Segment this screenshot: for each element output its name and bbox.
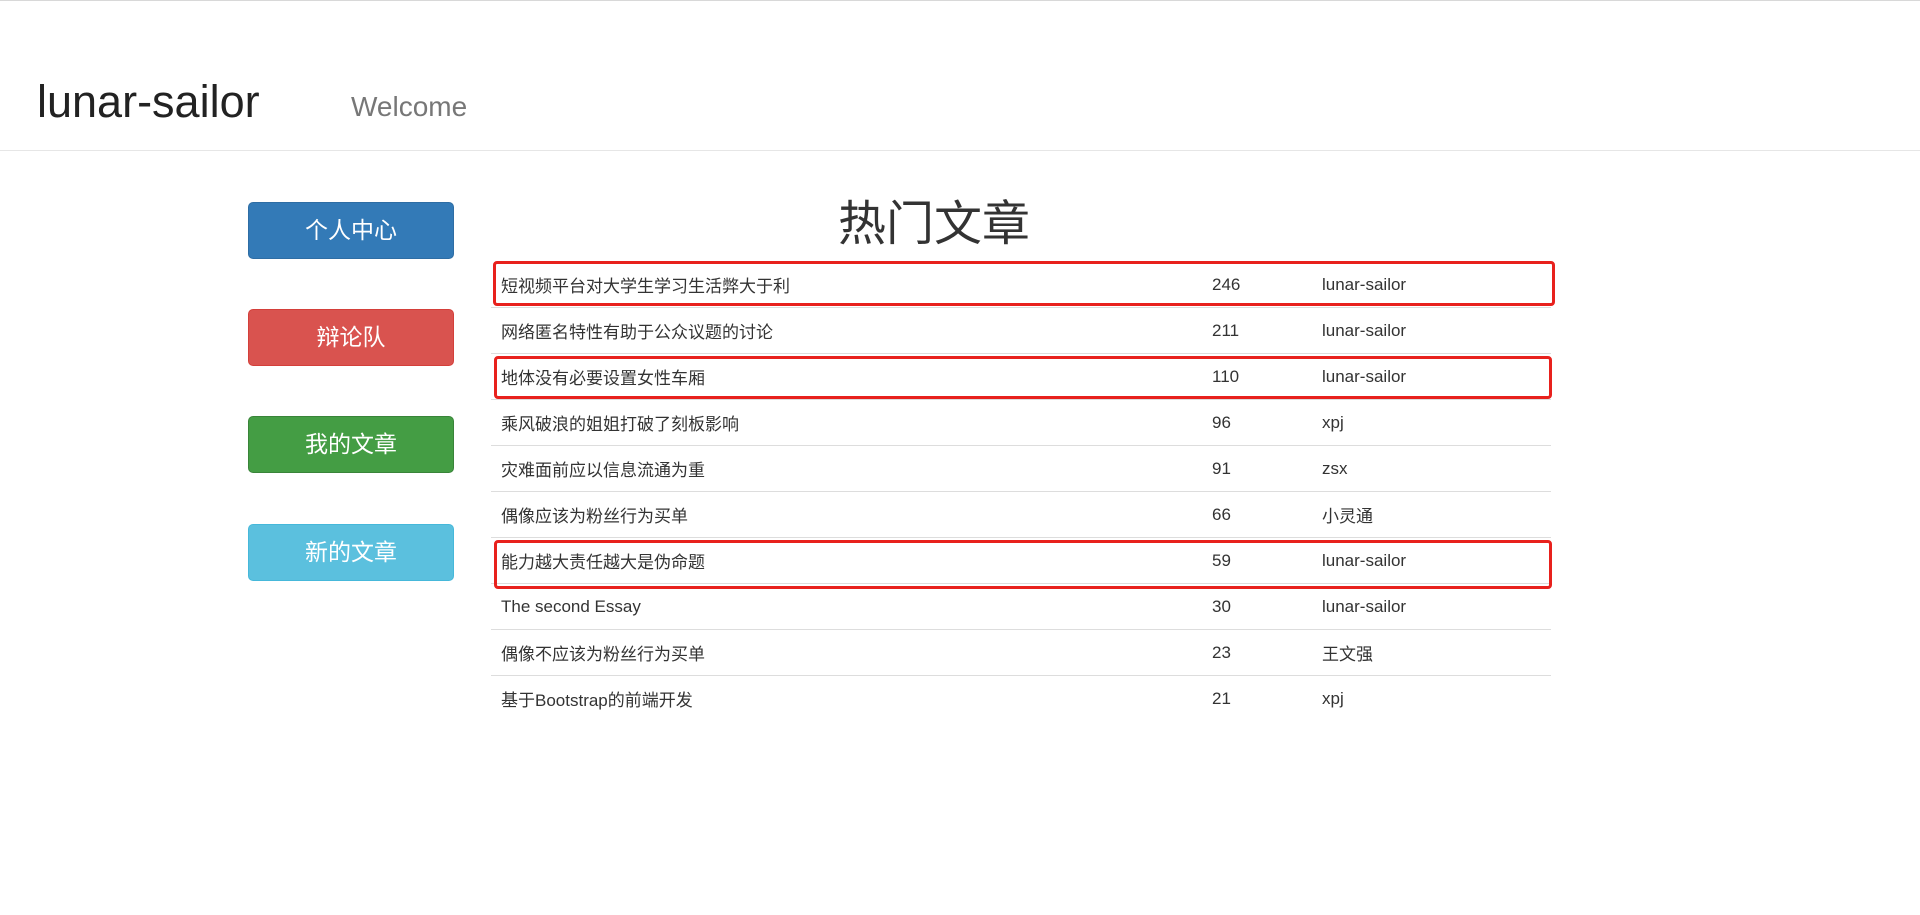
navbar: lunar-sailor Welcome xyxy=(0,1,1920,151)
table-row[interactable]: 乘风破浪的姐姐打破了刻板影响 96 xpj xyxy=(491,399,1551,446)
article-title[interactable]: 网络匿名特性有助于公众议题的讨论 xyxy=(491,307,1202,354)
table-row[interactable]: 能力越大责任越大是伪命题 59 lunar-sailor xyxy=(491,537,1551,584)
article-views: 110 xyxy=(1202,353,1312,400)
table-row[interactable]: 基于Bootstrap的前端开发 21 xpj xyxy=(491,675,1551,721)
article-title[interactable]: 基于Bootstrap的前端开发 xyxy=(491,675,1202,721)
page: lunar-sailor Welcome 个人中心 辩论队 我的文章 新的文章 … xyxy=(0,0,1920,915)
table-row[interactable]: The second Essay 30 lunar-sailor xyxy=(491,583,1551,630)
article-views: 246 xyxy=(1212,274,1241,294)
article-title[interactable]: 乘风破浪的姐姐打破了刻板影响 xyxy=(491,399,1202,446)
table-row[interactable]: 偶像不应该为粉丝行为买单 23 王文强 xyxy=(491,629,1551,676)
debate-team-button[interactable]: 辩论队 xyxy=(248,309,454,366)
article-views: 96 xyxy=(1202,399,1312,446)
article-title[interactable]: 能力越大责任越大是伪命题 xyxy=(491,537,1202,584)
article-views: 66 xyxy=(1202,491,1312,538)
my-articles-button[interactable]: 我的文章 xyxy=(248,416,454,473)
page-title: 热门文章 xyxy=(837,198,1030,251)
article-views: 21 xyxy=(1202,675,1312,721)
table-row[interactable]: 短视频平台对大学生学习生活弊大于利 246 lunar-sailor xyxy=(491,262,1551,308)
article-author: 小灵通 xyxy=(1312,491,1551,538)
hot-articles-table: 短视频平台对大学生学习生活弊大于利 246 lunar-sailor 网络匿名特… xyxy=(491,262,1551,721)
table-row[interactable]: 偶像应该为粉丝行为买单 66 小灵通 xyxy=(491,491,1551,538)
article-title[interactable]: 偶像不应该为粉丝行为买单 xyxy=(491,629,1202,676)
article-title[interactable]: 地体没有必要设置女性车厢 xyxy=(491,353,1202,400)
personal-center-button[interactable]: 个人中心 xyxy=(248,202,454,259)
article-author: xpj xyxy=(1312,675,1551,721)
article-author: lunar-sailor xyxy=(1322,274,1407,294)
article-author: xpj xyxy=(1312,399,1551,446)
article-author: 王文强 xyxy=(1312,629,1551,676)
brand-link[interactable]: lunar-sailor xyxy=(37,74,260,130)
article-views: 23 xyxy=(1202,629,1312,676)
table-row[interactable]: 地体没有必要设置女性车厢 110 lunar-sailor xyxy=(491,353,1551,400)
article-author: lunar-sailor xyxy=(1312,537,1551,584)
new-article-button[interactable]: 新的文章 xyxy=(248,524,454,581)
table-row[interactable]: 网络匿名特性有助于公众议题的讨论 211 lunar-sailor xyxy=(491,307,1551,354)
article-title[interactable]: 灾难面前应以信息流通为重 xyxy=(491,445,1202,492)
table-row[interactable]: 灾难面前应以信息流通为重 91 zsx xyxy=(491,445,1551,492)
article-title[interactable]: 短视频平台对大学生学习生活弊大于利 xyxy=(491,262,1202,308)
article-author: zsx xyxy=(1312,445,1551,492)
article-author: lunar-sailor xyxy=(1312,307,1551,354)
article-views: 30 xyxy=(1202,583,1312,630)
article-views: 59 xyxy=(1202,537,1312,584)
article-title[interactable]: 偶像应该为粉丝行为买单 xyxy=(491,491,1202,538)
article-author: lunar-sailor xyxy=(1312,353,1551,400)
article-views: 91 xyxy=(1202,445,1312,492)
article-author: lunar-sailor xyxy=(1312,583,1551,630)
article-views: 211 xyxy=(1202,307,1312,354)
article-title[interactable]: The second Essay xyxy=(491,583,1202,630)
nav-welcome-link[interactable]: Welcome xyxy=(351,89,467,125)
